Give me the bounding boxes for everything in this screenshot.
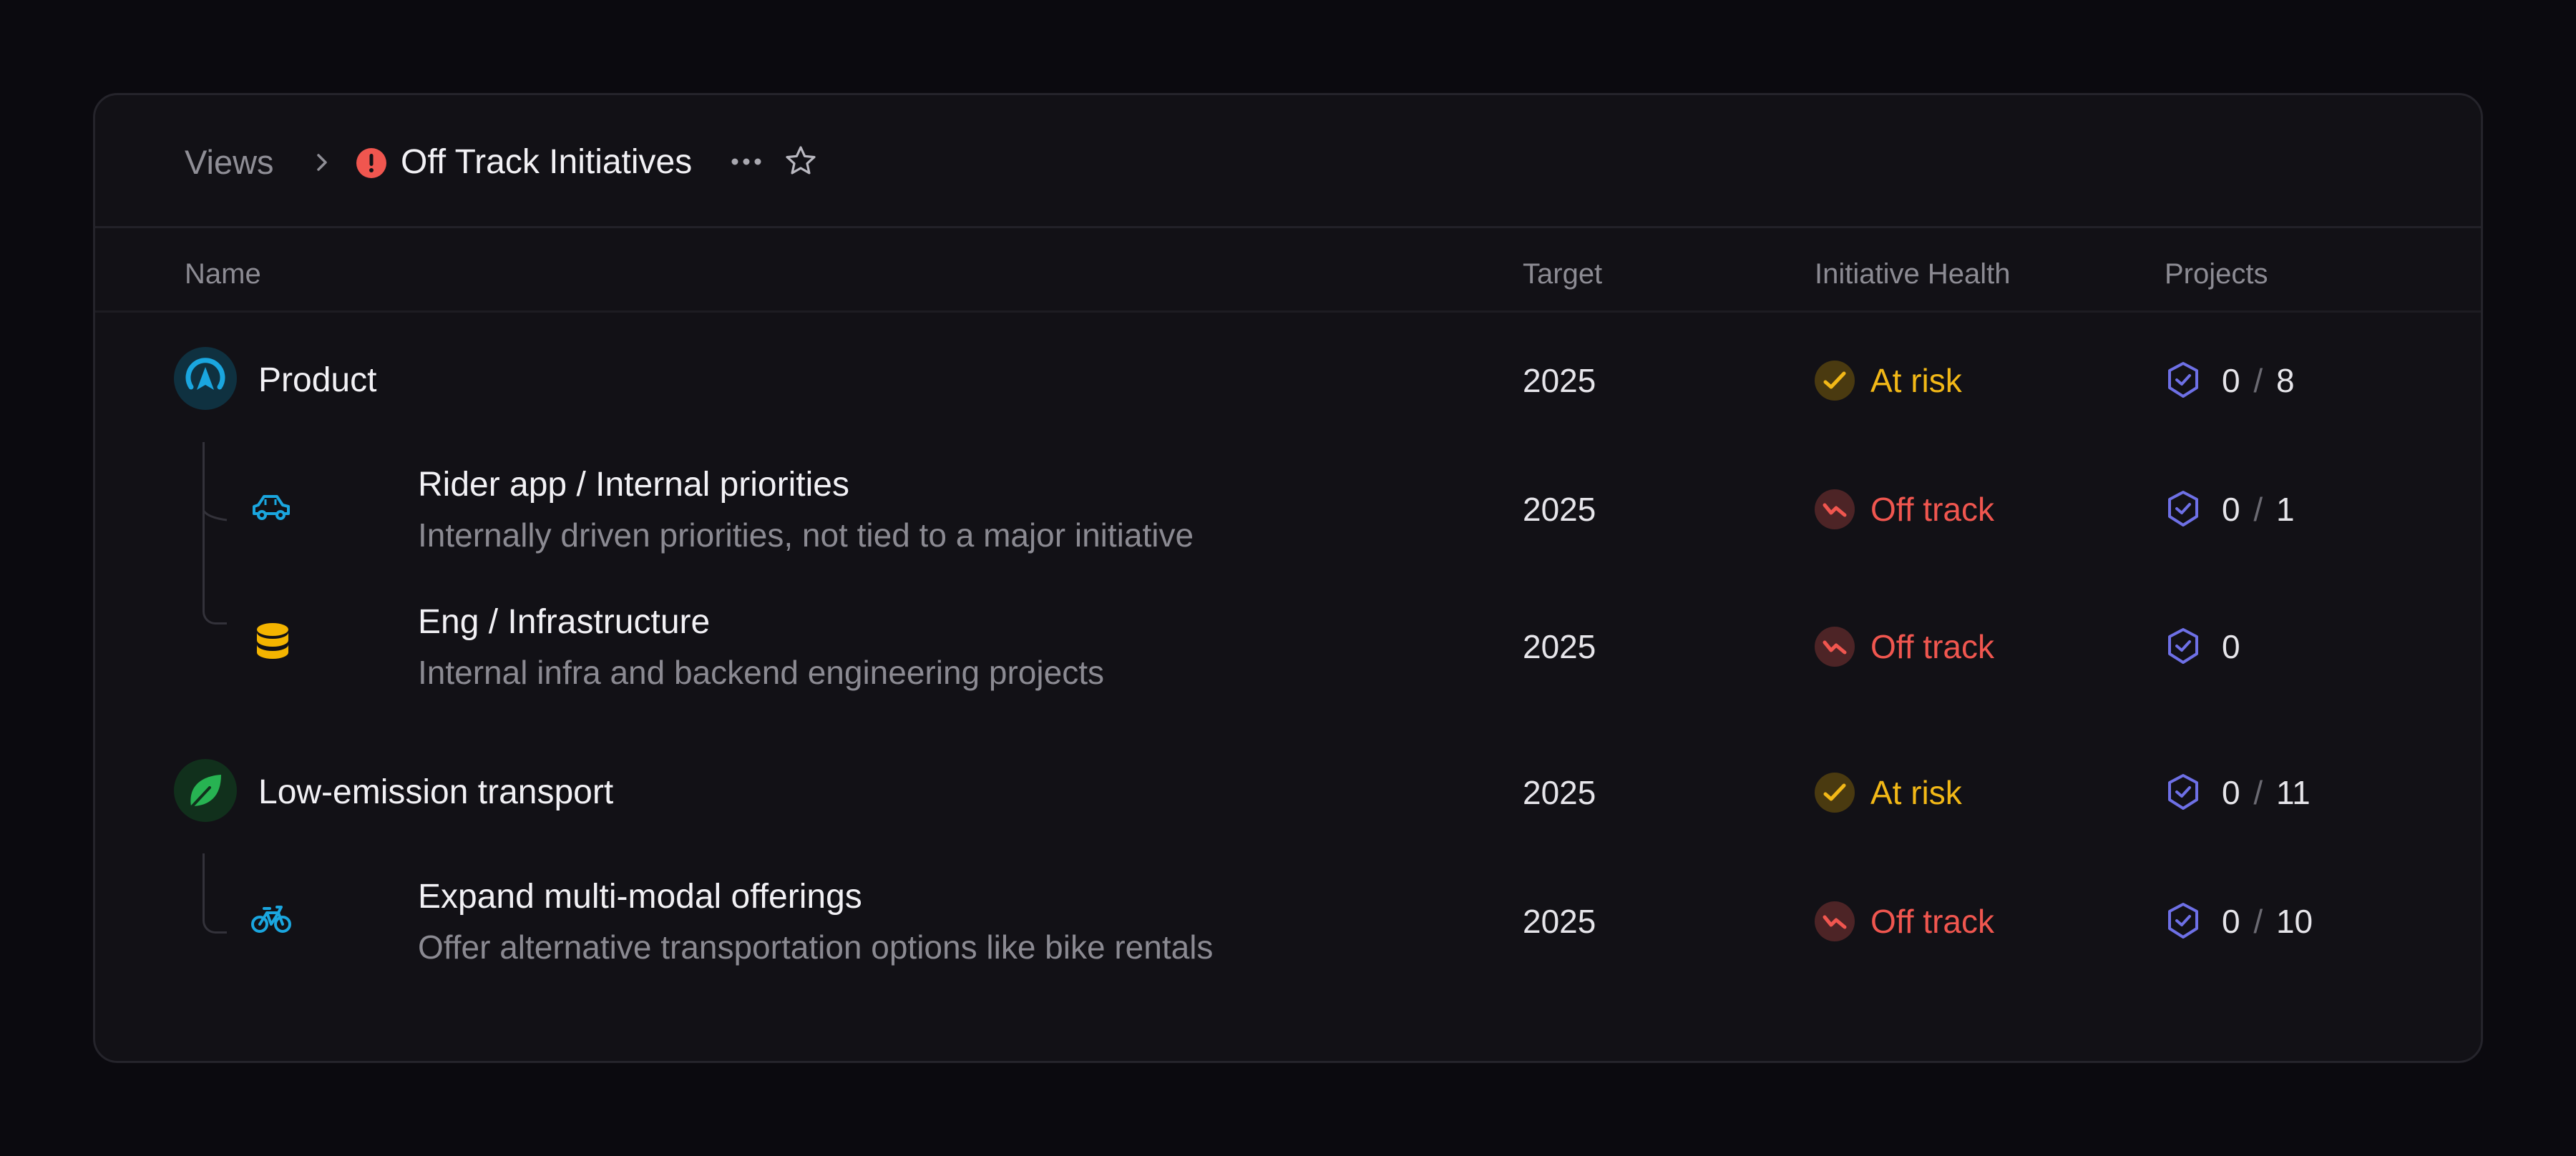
initiative-description: Internally driven priorities, not tied t… xyxy=(418,516,1194,554)
compass-icon xyxy=(174,347,237,410)
alert-icon xyxy=(356,148,386,178)
table-row[interactable]: Eng / Infrastructure Internal infra and … xyxy=(95,588,2481,724)
more-options-icon[interactable] xyxy=(728,151,764,172)
at-risk-icon xyxy=(1815,361,1855,401)
health-status: At risk xyxy=(1870,362,1962,399)
projects-count: 0 / 10 xyxy=(2222,903,2313,940)
leaf-icon xyxy=(174,759,237,822)
target-value: 2025 xyxy=(1523,903,1596,940)
off-track-icon xyxy=(1815,489,1855,529)
initiative-title[interactable]: Product xyxy=(258,361,376,401)
bicycle-icon xyxy=(250,897,293,940)
initiative-title[interactable]: Rider app / Internal priorities xyxy=(418,465,849,505)
health-status: At risk xyxy=(1870,774,1962,811)
column-header-health[interactable]: Initiative Health xyxy=(1815,257,2010,291)
projects-count: 0 xyxy=(2222,628,2240,665)
initiative-description: Internal infra and backend engineering p… xyxy=(418,654,1104,691)
initiative-description: Offer alternative transportation options… xyxy=(418,929,1214,966)
at-risk-icon xyxy=(1815,773,1855,813)
project-icon xyxy=(2168,774,2198,810)
page-title[interactable]: Off Track Initiatives xyxy=(401,142,692,182)
table-row[interactable]: Expand multi-modal offerings Offer alter… xyxy=(95,863,2481,999)
table-header: Name Target Initiative Health Projects xyxy=(95,228,2481,313)
breadcrumb-views-link[interactable]: Views xyxy=(185,142,274,182)
chevron-right-icon xyxy=(317,154,327,171)
target-value: 2025 xyxy=(1523,491,1596,528)
off-track-icon xyxy=(1815,627,1855,667)
project-icon xyxy=(2168,903,2198,939)
table-row[interactable]: Product 2025 At risk 0 / 8 xyxy=(95,313,2481,449)
initiative-title[interactable]: Eng / Infrastructure xyxy=(418,602,710,642)
column-header-name[interactable]: Name xyxy=(185,257,261,291)
target-value: 2025 xyxy=(1523,628,1596,665)
initiatives-panel: Views Off Track Initiatives Name Target … xyxy=(93,93,2483,1063)
initiative-title[interactable]: Expand multi-modal offerings xyxy=(418,877,862,917)
health-status: Off track xyxy=(1870,491,1994,528)
target-value: 2025 xyxy=(1523,362,1596,399)
project-icon xyxy=(2168,628,2198,664)
star-icon[interactable] xyxy=(784,144,818,178)
projects-count: 0 / 8 xyxy=(2222,362,2295,399)
breadcrumb: Views Off Track Initiatives xyxy=(95,95,2481,228)
car-icon xyxy=(250,485,293,528)
table-row[interactable]: Low-emission transport 2025 At risk 0 / … xyxy=(95,725,2481,861)
health-status: Off track xyxy=(1870,628,1994,665)
project-icon xyxy=(2168,362,2198,398)
column-header-projects[interactable]: Projects xyxy=(2165,257,2268,291)
column-header-target[interactable]: Target xyxy=(1523,257,1602,291)
database-icon xyxy=(251,621,294,664)
target-value: 2025 xyxy=(1523,774,1596,811)
projects-count: 0 / 11 xyxy=(2222,774,2311,811)
initiative-title[interactable]: Low-emission transport xyxy=(258,773,613,813)
health-status: Off track xyxy=(1870,903,1994,940)
table-row[interactable]: Rider app / Internal priorities Internal… xyxy=(95,451,2481,587)
off-track-icon xyxy=(1815,901,1855,941)
project-icon xyxy=(2168,491,2198,526)
projects-count: 0 / 1 xyxy=(2222,491,2295,528)
